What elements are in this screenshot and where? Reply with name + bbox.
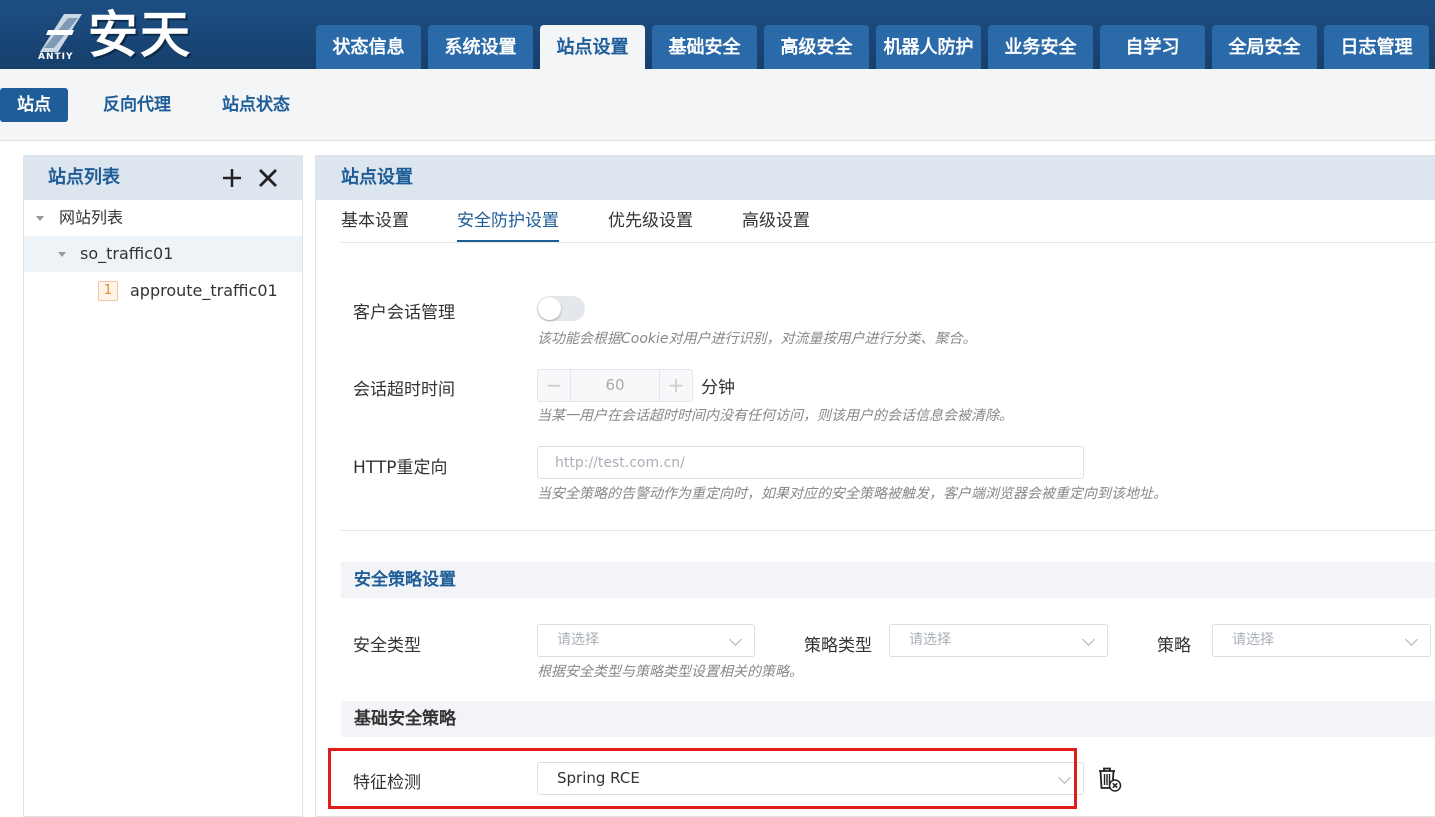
tab-priority-settings[interactable]: 优先级设置 <box>608 200 693 242</box>
main-tab-2[interactable]: 站点设置 <box>540 25 645 69</box>
main-tab-0[interactable]: 状态信息 <box>316 25 421 69</box>
tree-item-label: so_traffic01 <box>80 244 174 263</box>
http-redirect-input[interactable] <box>537 446 1084 479</box>
sub-nav: 站点 反向代理 站点状态 <box>0 69 1435 141</box>
subnav-site-status[interactable]: 站点状态 <box>222 88 290 122</box>
policy-type-select[interactable]: 请选择 <box>889 624 1108 657</box>
select-placeholder: 请选择 <box>1232 632 1274 648</box>
tree-item-label: approute_traffic01 <box>130 281 278 300</box>
main-tab-9[interactable]: 日志管理 <box>1324 25 1429 69</box>
main-tab-8[interactable]: 全局安全 <box>1212 25 1317 69</box>
logo-text: 安天 <box>88 6 192 64</box>
security-policy-section-header: 安全策略设置 <box>341 562 1435 598</box>
http-redirect-hint: 当安全策略的告警动作为重定向时，如果对应的安全策略被触发，客户端浏览器会被重定向… <box>537 486 1167 502</box>
tree-item-website-list[interactable]: 网站列表 <box>24 200 302 236</box>
top-header: 安天 ANTIY 状态信息 系统设置 站点设置 基础安全 高级安全 机器人防护 业务安全 自学… <box>0 0 1435 69</box>
policy-hint: 根据安全类型与策略类型设置相关的策略。 <box>537 664 803 680</box>
chevron-down-icon <box>729 633 742 646</box>
decrement-button[interactable]: − <box>538 370 570 401</box>
tab-advanced-settings[interactable]: 高级设置 <box>742 200 810 242</box>
site-settings-panel: 站点设置 基本设置 安全防护设置 优先级设置 高级设置 客户会话管理 该功能会根… <box>315 155 1435 817</box>
main-tab-1[interactable]: 系统设置 <box>428 25 533 69</box>
session-management-hint: 该功能会根据Cookie对用户进行识别，对流量按用户进行分类、聚合。 <box>537 331 977 347</box>
session-management-toggle[interactable] <box>537 296 585 321</box>
session-timeout-stepper[interactable]: − 60 + <box>537 369 693 402</box>
policy-type-label: 策略类型 <box>804 636 872 656</box>
priority-badge: 1 <box>98 281 118 301</box>
collapse-caret-icon[interactable] <box>58 252 66 257</box>
site-list-sidebar: 站点列表 网站列表 so_traffic01 1 approute_traffi… <box>23 155 303 817</box>
collapse-caret-icon[interactable] <box>36 216 44 221</box>
main-tab-7[interactable]: 自学习 <box>1100 25 1205 69</box>
select-placeholder: 请选择 <box>557 632 599 648</box>
main-tab-4[interactable]: 高级安全 <box>764 25 869 69</box>
tab-security-protection[interactable]: 安全防护设置 <box>457 200 559 242</box>
logo-subtext: ANTIY <box>38 52 74 62</box>
increment-button[interactable]: + <box>660 370 692 401</box>
tree-item-label: 网站列表 <box>59 208 124 227</box>
add-icon[interactable] <box>220 166 244 190</box>
logo-emblem-icon <box>40 14 82 52</box>
policy-select[interactable]: 请选择 <box>1212 624 1431 657</box>
basic-security-policy-header: 基础安全策略 <box>341 701 1435 737</box>
section-title: 基础安全策略 <box>354 709 456 729</box>
chevron-down-icon <box>1405 633 1418 646</box>
section-divider <box>341 530 1435 531</box>
main-tab-6[interactable]: 业务安全 <box>988 25 1093 69</box>
antiy-logo: 安天 ANTIY <box>34 4 209 66</box>
select-placeholder: 请选择 <box>909 632 951 648</box>
main-nav-tabs: 状态信息 系统设置 站点设置 基础安全 高级安全 机器人防护 业务安全 自学习 全局安全 日志管理 <box>316 25 1435 69</box>
policy-label: 策略 <box>1157 636 1191 656</box>
session-timeout-label: 会话超时时间 <box>353 380 455 400</box>
highlight-annotation-box <box>328 748 1077 809</box>
settings-tabs: 基本设置 安全防护设置 优先级设置 高级设置 <box>341 200 1435 243</box>
timeout-unit: 分钟 <box>701 378 735 398</box>
session-timeout-hint: 当某一用户在会话超时时间内没有任何访问，则该用户的会话信息会被清除。 <box>537 408 1013 424</box>
main-tab-3[interactable]: 基础安全 <box>652 25 757 69</box>
session-management-label: 客户会话管理 <box>353 303 455 323</box>
toggle-knob <box>538 297 561 320</box>
subnav-reverse-proxy[interactable]: 反向代理 <box>103 88 171 122</box>
session-timeout-value[interactable]: 60 <box>570 370 660 401</box>
sidebar-title: 站点列表 <box>48 167 120 188</box>
sidebar-header: 站点列表 <box>24 156 302 200</box>
section-title: 安全策略设置 <box>354 570 456 590</box>
subnav-site[interactable]: 站点 <box>0 88 68 122</box>
panel-header: 站点设置 <box>316 156 1435 200</box>
main-tab-5[interactable]: 机器人防护 <box>876 25 981 69</box>
delete-icon[interactable] <box>1096 766 1122 792</box>
tree-item-approute-traffic01[interactable]: 1 approute_traffic01 <box>24 273 302 309</box>
panel-title: 站点设置 <box>341 167 413 188</box>
security-type-label: 安全类型 <box>353 636 421 656</box>
tab-basic-settings[interactable]: 基本设置 <box>341 200 409 242</box>
http-redirect-label: HTTP重定向 <box>353 458 448 478</box>
tree-item-so-traffic01[interactable]: so_traffic01 <box>24 236 302 272</box>
chevron-down-icon <box>1082 633 1095 646</box>
close-icon[interactable] <box>256 166 280 190</box>
security-type-select[interactable]: 请选择 <box>537 624 755 657</box>
